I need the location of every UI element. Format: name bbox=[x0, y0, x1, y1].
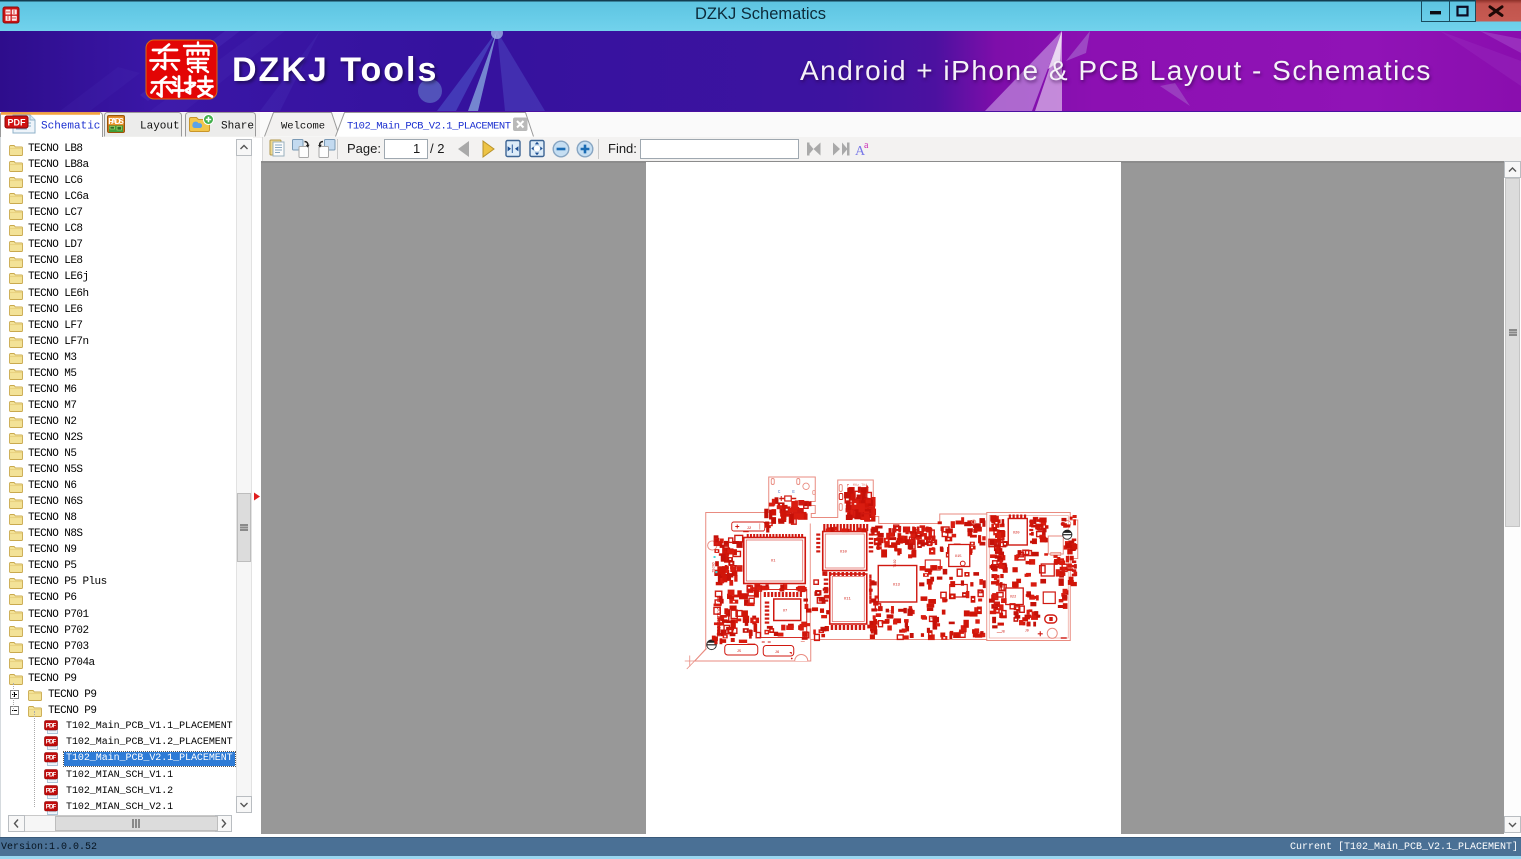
svg-text:PDF: PDF bbox=[8, 118, 27, 128]
svg-text:PDF: PDF bbox=[46, 724, 57, 730]
svg-text:PDF: PDF bbox=[46, 804, 57, 810]
svg-text:U20: U20 bbox=[1012, 531, 1020, 535]
svg-text:a: a bbox=[864, 140, 869, 151]
svg-text:PDF: PDF bbox=[46, 772, 57, 778]
svg-text:U15: U15 bbox=[954, 555, 962, 559]
svg-text:J2: J2 bbox=[746, 526, 751, 530]
svg-text:U7: U7 bbox=[782, 609, 787, 613]
svg-text:Find:: Find: bbox=[608, 141, 637, 156]
svg-text:R31: R31 bbox=[887, 610, 893, 614]
svg-text:PDF: PDF bbox=[46, 756, 57, 762]
svg-text:Schematic: Schematic bbox=[41, 121, 100, 133]
svg-text:T102_MAIN_PCB_V2.1_PAB: T102_MAIN_PCB_V2.1_PAB bbox=[716, 595, 722, 637]
svg-text:TECNO: TECNO bbox=[712, 562, 716, 572]
svg-text:E: E bbox=[792, 489, 795, 495]
svg-text:1: 1 bbox=[413, 141, 420, 156]
svg-text:U1: U1 bbox=[770, 559, 775, 563]
svg-text:T102: T102 bbox=[893, 559, 897, 567]
svg-text:Welcome: Welcome bbox=[281, 121, 325, 133]
svg-text:PDF: PDF bbox=[46, 740, 57, 746]
svg-text:Share: Share bbox=[221, 121, 254, 133]
svg-text:U11: U11 bbox=[843, 597, 851, 601]
svg-text:PDF: PDF bbox=[46, 788, 57, 794]
svg-text:Layout: Layout bbox=[140, 121, 180, 133]
svg-text:C88: C88 bbox=[928, 616, 934, 620]
svg-text:U13: U13 bbox=[892, 583, 900, 587]
svg-text:C: C bbox=[777, 489, 780, 495]
svg-text:T102_Main_PCB_V2.1_PLACEMENT: T102_Main_PCB_V2.1_PLACEMENT bbox=[347, 121, 511, 133]
svg-text:J9: J9 bbox=[1024, 629, 1028, 633]
svg-text:J6: J6 bbox=[774, 651, 779, 655]
svg-text:U10: U10 bbox=[839, 550, 847, 554]
svg-text:J5: J5 bbox=[736, 650, 741, 654]
svg-text:/ 2: / 2 bbox=[430, 141, 444, 156]
svg-text:Page:: Page: bbox=[347, 141, 381, 156]
svg-text:PADS: PADS bbox=[108, 117, 124, 126]
svg-text:U22: U22 bbox=[1009, 595, 1015, 599]
